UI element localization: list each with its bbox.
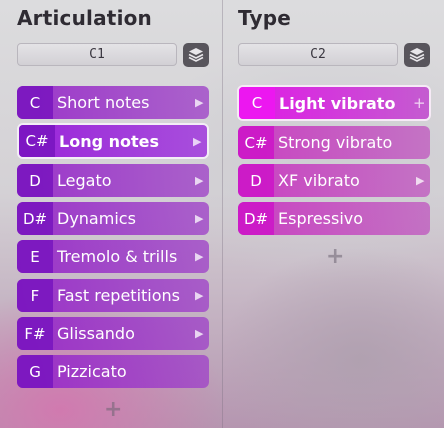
plus-icon[interactable]: + [413, 94, 429, 112]
type-item-light-vibrato[interactable]: C Light vibrato + [237, 85, 431, 121]
column-divider [222, 0, 223, 428]
add-articulation-button[interactable]: + [104, 397, 122, 422]
item-label: Dynamics [57, 209, 136, 228]
key-label: D [238, 164, 274, 197]
articulation-item-tremolo-trills[interactable]: E Tremolo & trills ▶ [17, 240, 209, 273]
chevron-right-icon: ▶ [195, 174, 204, 187]
chevron-right-icon: ▶ [416, 174, 425, 187]
type-item-xf-vibrato[interactable]: D XF vibrato ▶ [238, 164, 430, 197]
chevron-right-icon: ▶ [195, 289, 204, 302]
key-label: D# [17, 202, 53, 235]
type-title: Type [238, 6, 291, 30]
key-label: C [17, 86, 53, 119]
key-label: E [17, 240, 53, 273]
layers-icon [409, 48, 425, 62]
articulation-key-selector[interactable]: C1 [17, 43, 177, 66]
item-label: XF vibrato [278, 171, 360, 190]
item-label: Glissando [57, 324, 135, 343]
item-label: Light vibrato [279, 93, 396, 113]
chevron-right-icon: ▶ [193, 134, 202, 148]
articulation-item-short-notes[interactable]: C Short notes ▶ [17, 86, 209, 119]
item-label: Fast repetitions [57, 286, 181, 305]
add-type-button[interactable]: + [326, 244, 344, 269]
articulation-item-glissando[interactable]: F# Glissando ▶ [17, 317, 209, 350]
articulation-title: Articulation [17, 6, 152, 30]
chevron-right-icon: ▶ [195, 327, 204, 340]
articulation-item-dynamics[interactable]: D# Dynamics ▶ [17, 202, 209, 235]
articulation-item-pizzicato[interactable]: G Pizzicato [17, 355, 209, 388]
type-item-strong-vibrato[interactable]: C# Strong vibrato [238, 126, 430, 159]
type-layers-button[interactable] [404, 43, 430, 67]
layers-icon [188, 48, 204, 62]
key-label: C# [19, 125, 55, 157]
key-label: F [17, 279, 53, 312]
chevron-right-icon: ▶ [195, 96, 204, 109]
item-label: Tremolo & trills [57, 247, 178, 266]
chevron-right-icon: ▶ [195, 250, 204, 263]
key-label: D [17, 164, 53, 197]
key-label: D# [238, 202, 274, 235]
item-label: Legato [57, 171, 112, 190]
type-key-selector[interactable]: C2 [238, 43, 398, 66]
articulation-layers-button[interactable] [183, 43, 209, 67]
key-label: G [17, 355, 53, 388]
item-label: Long notes [59, 131, 160, 151]
articulation-item-long-notes[interactable]: C# Long notes ▶ [17, 123, 209, 159]
chevron-right-icon: ▶ [195, 212, 204, 225]
articulation-item-legato[interactable]: D Legato ▶ [17, 164, 209, 197]
key-label: F# [17, 317, 53, 350]
item-label: Strong vibrato [278, 133, 393, 152]
item-label: Pizzicato [57, 362, 127, 381]
articulation-item-fast-repetitions[interactable]: F Fast repetitions ▶ [17, 279, 209, 312]
key-label: C [239, 87, 275, 119]
item-label: Espressivo [278, 209, 364, 228]
item-label: Short notes [57, 93, 150, 112]
key-label: C# [238, 126, 274, 159]
type-item-espressivo[interactable]: D# Espressivo [238, 202, 430, 235]
